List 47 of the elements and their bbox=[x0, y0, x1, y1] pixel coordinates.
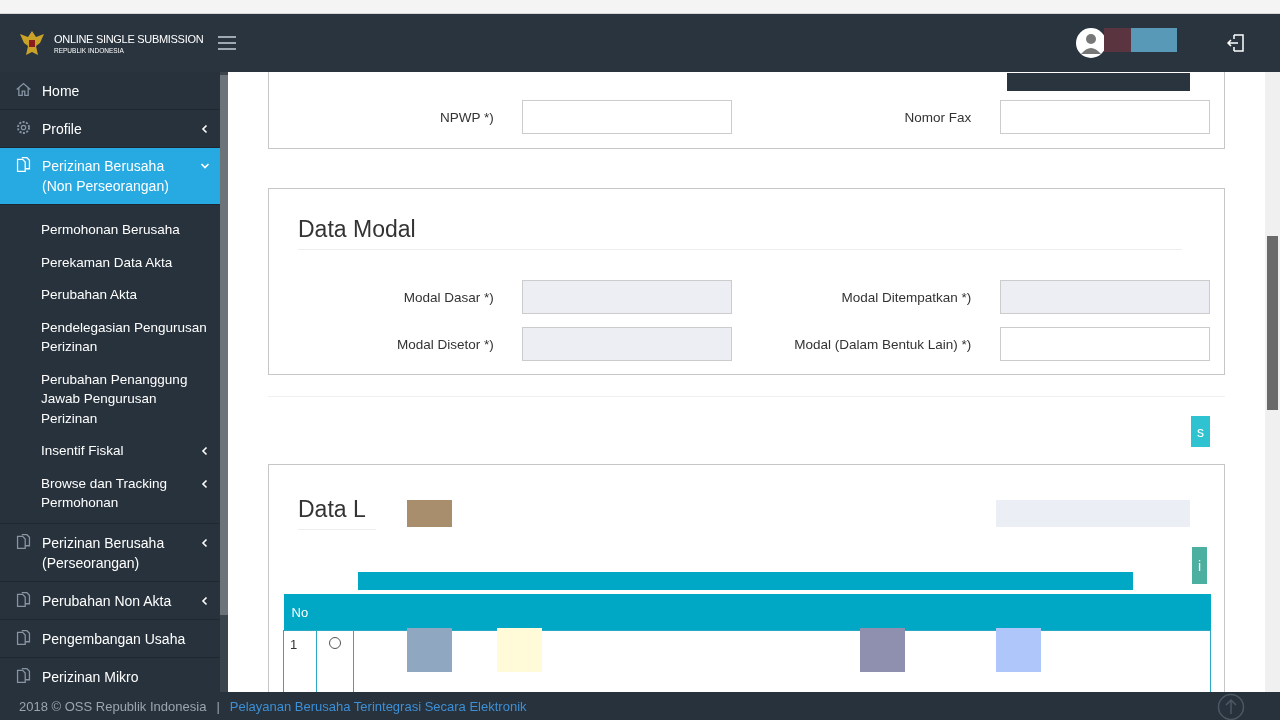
chevron-left-icon bbox=[200, 595, 210, 606]
chevron-down-icon bbox=[200, 161, 210, 171]
field-label: Modal (Dalam Bentuk Lain) *) bbox=[793, 336, 972, 352]
field-label: Nomor Fax bbox=[903, 109, 972, 125]
document-icon bbox=[15, 532, 32, 550]
redaction-block bbox=[996, 628, 1041, 672]
text-field[interactable] bbox=[1000, 100, 1210, 134]
chevron-left-icon bbox=[200, 124, 210, 134]
avatar-icon[interactable] bbox=[1076, 28, 1106, 58]
submenu-item[interactable]: Permohonan Berusaha bbox=[0, 215, 220, 248]
document-icon bbox=[15, 628, 32, 646]
redaction-block bbox=[407, 500, 452, 527]
submenu-item[interactable]: Pendelegasian Pengurusan Perizinan bbox=[0, 312, 220, 365]
document-icon bbox=[15, 590, 32, 608]
submenu-item[interactable]: Browse dan Tracking Permohonan bbox=[0, 468, 220, 521]
scrollbar-thumb[interactable] bbox=[220, 75, 228, 615]
section-title: Data L bbox=[298, 465, 376, 530]
redaction-block bbox=[407, 628, 452, 672]
scroll-top-icon[interactable] bbox=[1217, 693, 1245, 720]
home-icon bbox=[15, 81, 32, 98]
column-header: No bbox=[283, 594, 317, 631]
menu-icon[interactable] bbox=[217, 35, 238, 51]
chevron-left-icon bbox=[200, 478, 210, 489]
chevron-left-icon bbox=[200, 446, 210, 456]
copyright-text: 2018 © OSS Republik Indonesia bbox=[19, 698, 207, 714]
field-label: NPWP *) bbox=[439, 109, 494, 125]
footer-link[interactable]: Pelayanan Berusaha Terintegrasi Secara Elektronik bbox=[229, 698, 527, 714]
text-field[interactable] bbox=[1000, 327, 1210, 361]
submenu-item[interactable]: Perubahan Penanggung Jawab Pengurusan Perizinan bbox=[0, 364, 220, 436]
brand-title: ONLINE SINGLE SUBMISSION bbox=[54, 32, 204, 45]
submenu-item[interactable]: Insentif Fiskal bbox=[0, 436, 220, 469]
submenu-item[interactable]: Perubahan Akta bbox=[0, 280, 220, 313]
text-field[interactable] bbox=[521, 100, 732, 134]
gear-icon bbox=[15, 119, 32, 136]
footer-separator: | bbox=[216, 698, 220, 714]
field-label: Modal Disetor *) bbox=[395, 336, 494, 352]
redaction-block bbox=[860, 628, 905, 672]
document-icon bbox=[15, 666, 32, 684]
redaction-block bbox=[497, 628, 542, 672]
submenu-item[interactable]: Perekaman Data Akta bbox=[0, 247, 220, 280]
document-icon bbox=[15, 156, 32, 173]
field-label: Modal Ditempatkan *) bbox=[840, 289, 972, 305]
field-label: Modal Dasar *) bbox=[402, 289, 494, 305]
chevron-left-icon bbox=[200, 537, 210, 548]
scrollbar-thumb[interactable] bbox=[1267, 236, 1278, 410]
section-title: Data Modal bbox=[298, 189, 1182, 250]
logout-icon[interactable] bbox=[1226, 33, 1246, 53]
